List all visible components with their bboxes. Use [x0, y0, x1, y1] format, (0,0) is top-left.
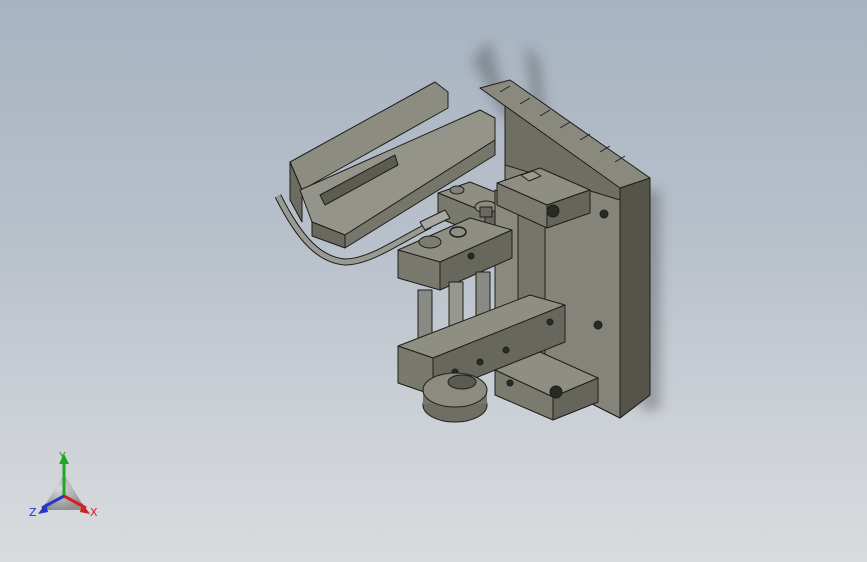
reference-triad: Y X Z — [29, 450, 98, 519]
y-axis-label: Y — [58, 450, 66, 463]
z-axis-label: Z — [29, 506, 37, 519]
roller-wheel[interactable] — [422, 372, 488, 423]
plate-hole — [593, 320, 603, 330]
graphics-viewport[interactable]: Y X Z — [0, 0, 867, 562]
cable-connector — [419, 209, 451, 231]
bolt-hole — [599, 209, 609, 219]
3d-model-view[interactable] — [0, 0, 867, 562]
bolt-hole — [549, 385, 563, 399]
bolt-hole — [546, 204, 560, 218]
x-axis-label: X — [90, 506, 98, 519]
